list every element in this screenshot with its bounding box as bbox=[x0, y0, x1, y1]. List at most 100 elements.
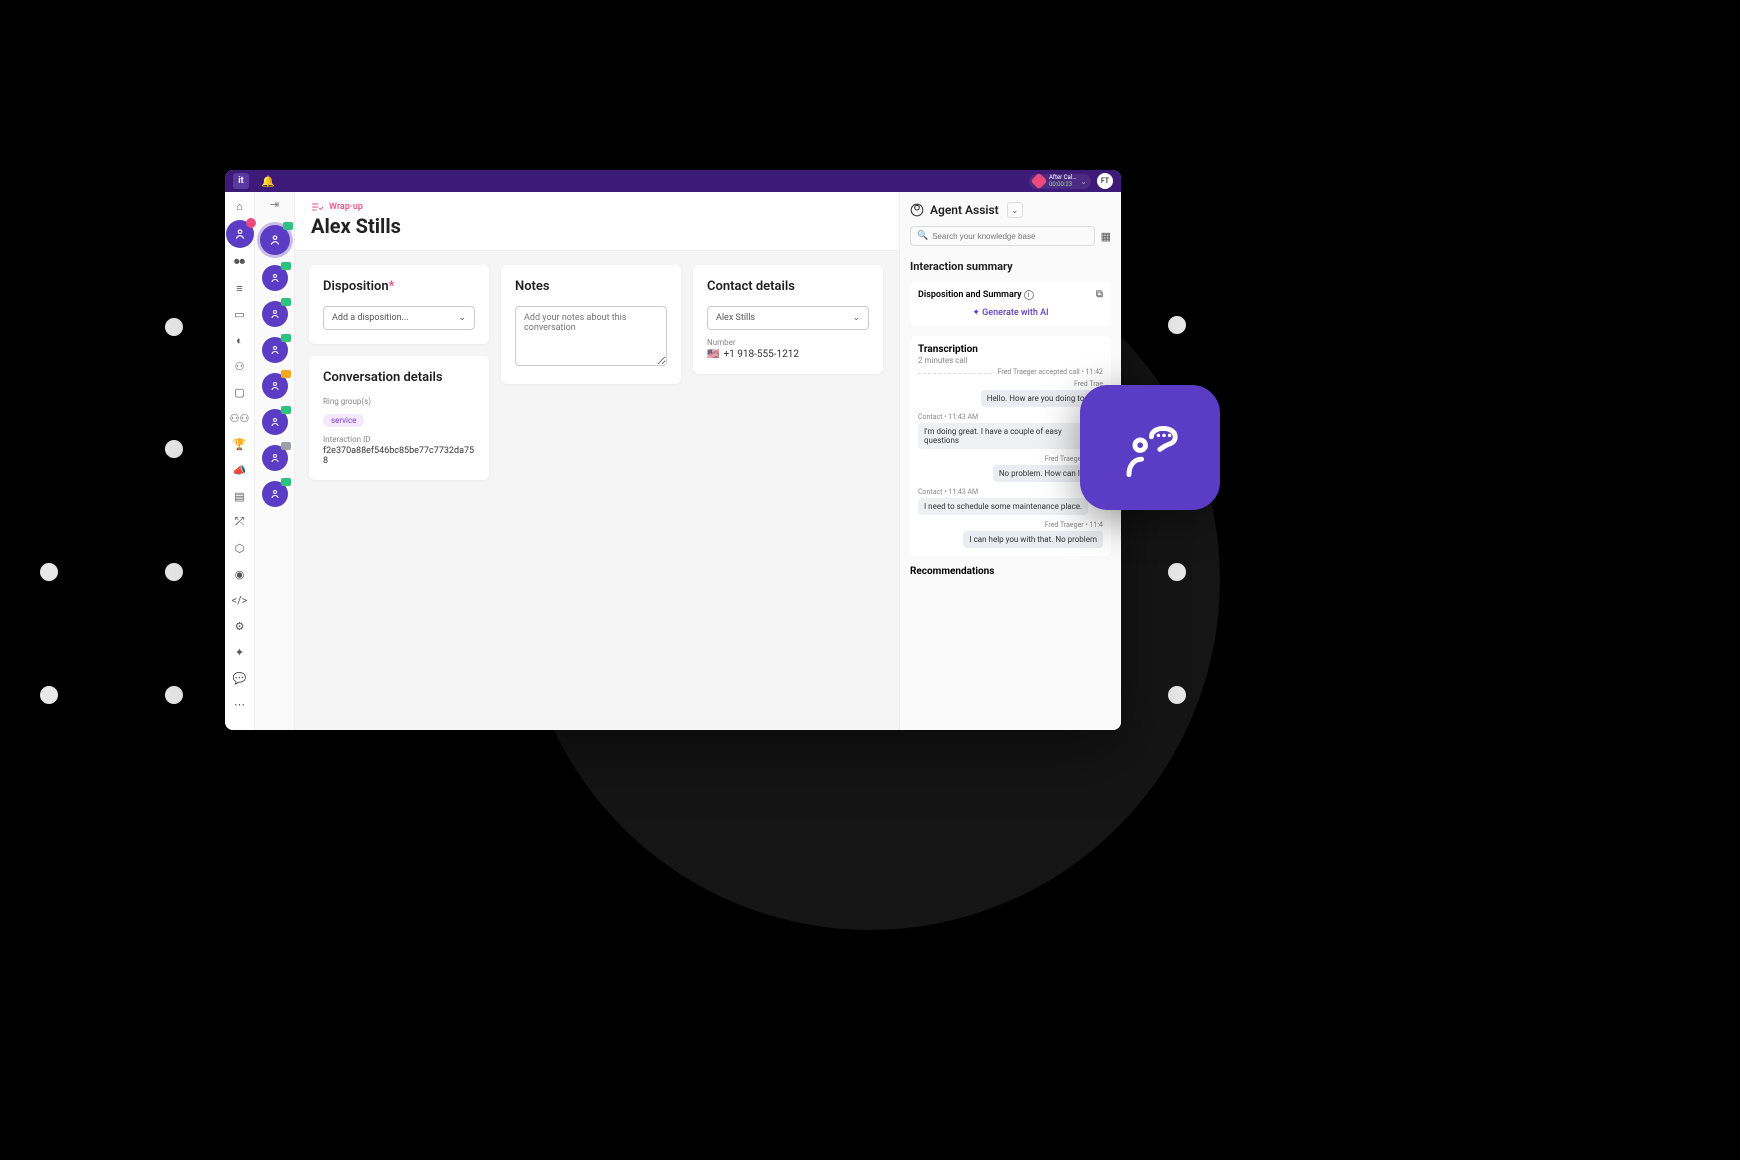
ring-group-label: Ring group(s) bbox=[323, 397, 475, 406]
interaction-id-value: f2e370a88ef546bc85be77c7732da758 bbox=[323, 446, 475, 466]
app-window: it 🔔 After Cal… 00:00:23 ⌄ FT ⌂ ⏺⏺ ≡ ▭ bbox=[225, 170, 1121, 730]
disposition-placeholder: Add a disposition... bbox=[332, 313, 409, 323]
headset-icon[interactable]: ◐ bbox=[232, 332, 248, 348]
channel-chat-icon bbox=[281, 334, 291, 342]
main-content: Wrap-up Alex Stills Disposition* Add a d… bbox=[295, 192, 899, 730]
copy-icon[interactable]: ⧉ bbox=[1096, 289, 1103, 300]
knowledge-search[interactable]: 🔍 bbox=[910, 226, 1095, 246]
team-icon[interactable]: ⚇ bbox=[232, 358, 248, 374]
contact-selected: Alex Stills bbox=[716, 313, 755, 323]
app-logo[interactable]: it bbox=[233, 173, 249, 189]
notes-title: Notes bbox=[515, 279, 667, 294]
channel-inactive-icon bbox=[281, 442, 291, 450]
msg-meta: Fred Traeger • 11:4 bbox=[918, 455, 1103, 463]
ring-group-chip: service bbox=[323, 414, 364, 427]
contact-list-rail: ⇥ bbox=[255, 192, 295, 730]
wrapup-tag: Wrap-up bbox=[311, 202, 883, 212]
contact-details-card: Contact details Alex Stills ⌄ Number 🇺🇸 … bbox=[693, 265, 883, 374]
msg-bubble-contact: I need to schedule some maintenance plac… bbox=[918, 498, 1088, 515]
channel-chat-icon bbox=[281, 298, 291, 306]
channel-chat-icon bbox=[281, 262, 291, 270]
dispo-summary-title: Disposition and Summary bbox=[918, 290, 1022, 300]
trophy-icon[interactable]: 🏆 bbox=[232, 436, 248, 452]
interaction-id-label: Interaction ID bbox=[323, 435, 475, 444]
code-icon[interactable]: </> bbox=[232, 592, 248, 608]
chevron-down-icon: ⌄ bbox=[1080, 177, 1087, 186]
agent-assist-icon bbox=[910, 203, 924, 217]
interaction-summary-title: Interaction summary bbox=[910, 260, 1111, 273]
channel-chat-icon bbox=[281, 478, 291, 486]
gear-icon[interactable]: ⚙ bbox=[232, 618, 248, 634]
number-label: Number bbox=[707, 338, 869, 347]
titlebar: it 🔔 After Cal… 00:00:23 ⌄ FT bbox=[225, 170, 1121, 192]
chevron-down-icon: ⌄ bbox=[852, 313, 860, 323]
msg-bubble-agent: I can help you with that. No problem bbox=[963, 531, 1103, 548]
contact-item-active[interactable] bbox=[260, 225, 290, 255]
group-icon[interactable]: ⚇⚇ bbox=[232, 410, 248, 426]
flag-us-icon: 🇺🇸 bbox=[707, 349, 719, 360]
brain-icon[interactable]: ✦ bbox=[232, 644, 248, 660]
user-avatar[interactable]: FT bbox=[1097, 173, 1113, 189]
channel-chat-icon bbox=[283, 222, 293, 230]
contact-item[interactable] bbox=[262, 301, 288, 327]
msg-meta: Fred Traeger • 11:4 bbox=[918, 521, 1103, 529]
notifications-icon[interactable]: 🔔 bbox=[261, 175, 275, 188]
transcription-title: Transcription bbox=[918, 344, 1103, 355]
shield-icon[interactable]: ⬡ bbox=[232, 540, 248, 556]
msg-meta: Contact • 11:43 AM bbox=[918, 413, 1103, 421]
voicemail-icon[interactable]: ⏺⏺ bbox=[232, 254, 248, 270]
contact-item[interactable] bbox=[262, 409, 288, 435]
more-icon[interactable]: ⋯ bbox=[232, 696, 248, 712]
contact-item[interactable] bbox=[262, 373, 288, 399]
agent-assist-title: Agent Assist bbox=[930, 203, 999, 217]
apps-grid-icon[interactable]: ▦ bbox=[1101, 230, 1111, 243]
contact-select[interactable]: Alex Stills ⌄ bbox=[707, 306, 869, 330]
transcription-divider: Fred Traeger accepted call • 11:42 bbox=[992, 368, 1103, 376]
contact-name: Alex Stills bbox=[311, 214, 883, 238]
search-icon: 🔍 bbox=[917, 231, 928, 241]
chevron-down-icon: ⌄ bbox=[458, 313, 466, 323]
contacts-icon[interactable]: ▭ bbox=[232, 306, 248, 322]
queue-icon[interactable]: ≡ bbox=[232, 280, 248, 296]
status-label: After Cal… bbox=[1049, 175, 1076, 181]
transcription-subtitle: 2 minutes call bbox=[918, 356, 1103, 365]
recommendations-title: Recommendations bbox=[910, 566, 1111, 577]
conversation-details-card: Conversation details Ring group(s) servi… bbox=[309, 356, 489, 480]
headset2-icon[interactable]: ◉ bbox=[232, 566, 248, 582]
msg-meta: Contact • 11:43 AM bbox=[918, 488, 1103, 496]
contact-item[interactable] bbox=[262, 445, 288, 471]
campaign-icon[interactable]: 📣 bbox=[232, 462, 248, 478]
status-timer: 00:00:23 bbox=[1049, 181, 1076, 188]
primary-nav-rail: ⌂ ⏺⏺ ≡ ▭ ◐ ⚇ ▢ ⚇⚇ 🏆 📣 ▤ ⤱ ⬡ ◉ </> ⚙ ✦ 💬 … bbox=[225, 192, 255, 730]
generate-ai-button[interactable]: Generate with AI bbox=[918, 308, 1103, 318]
disposition-card: Disposition* Add a disposition... ⌄ bbox=[309, 265, 489, 344]
status-indicator-icon bbox=[1030, 173, 1047, 190]
notes-card: Notes bbox=[501, 265, 681, 384]
disposition-title: Disposition* bbox=[323, 279, 475, 294]
home-icon[interactable]: ⌂ bbox=[232, 198, 248, 214]
msg-meta: Fred Trae bbox=[918, 380, 1103, 388]
knowledge-search-input[interactable] bbox=[932, 232, 1087, 241]
product-badge-icon bbox=[1080, 385, 1220, 510]
phone-number: +1 918-555-1212 bbox=[723, 349, 799, 360]
conversation-title: Conversation details bbox=[323, 370, 475, 385]
book-icon[interactable]: ▤ bbox=[232, 488, 248, 504]
contact-item[interactable] bbox=[262, 265, 288, 291]
wrapup-label: Wrap-up bbox=[329, 202, 363, 212]
contact-item[interactable] bbox=[262, 481, 288, 507]
disposition-summary-card: Disposition and Summaryi ⧉ Generate with… bbox=[910, 281, 1111, 326]
clipboard-icon[interactable]: ▢ bbox=[232, 384, 248, 400]
contact-item[interactable] bbox=[262, 337, 288, 363]
wrapup-icon bbox=[311, 202, 323, 212]
notes-textarea[interactable] bbox=[515, 306, 667, 366]
agent-status-pill[interactable]: After Cal… 00:00:23 ⌄ bbox=[1029, 174, 1091, 189]
chat-icon[interactable]: 💬 bbox=[232, 670, 248, 686]
info-icon[interactable]: i bbox=[1024, 290, 1034, 300]
agent-icon[interactable] bbox=[226, 220, 254, 248]
assist-collapse-button[interactable]: ⌄ bbox=[1007, 202, 1023, 218]
flow-icon[interactable]: ⤱ bbox=[232, 514, 248, 530]
channel-chat-icon bbox=[281, 406, 291, 414]
disposition-select[interactable]: Add a disposition... ⌄ bbox=[323, 306, 475, 330]
contact-header: Wrap-up Alex Stills bbox=[295, 192, 899, 251]
collapse-icon[interactable]: ⇥ bbox=[270, 198, 279, 211]
